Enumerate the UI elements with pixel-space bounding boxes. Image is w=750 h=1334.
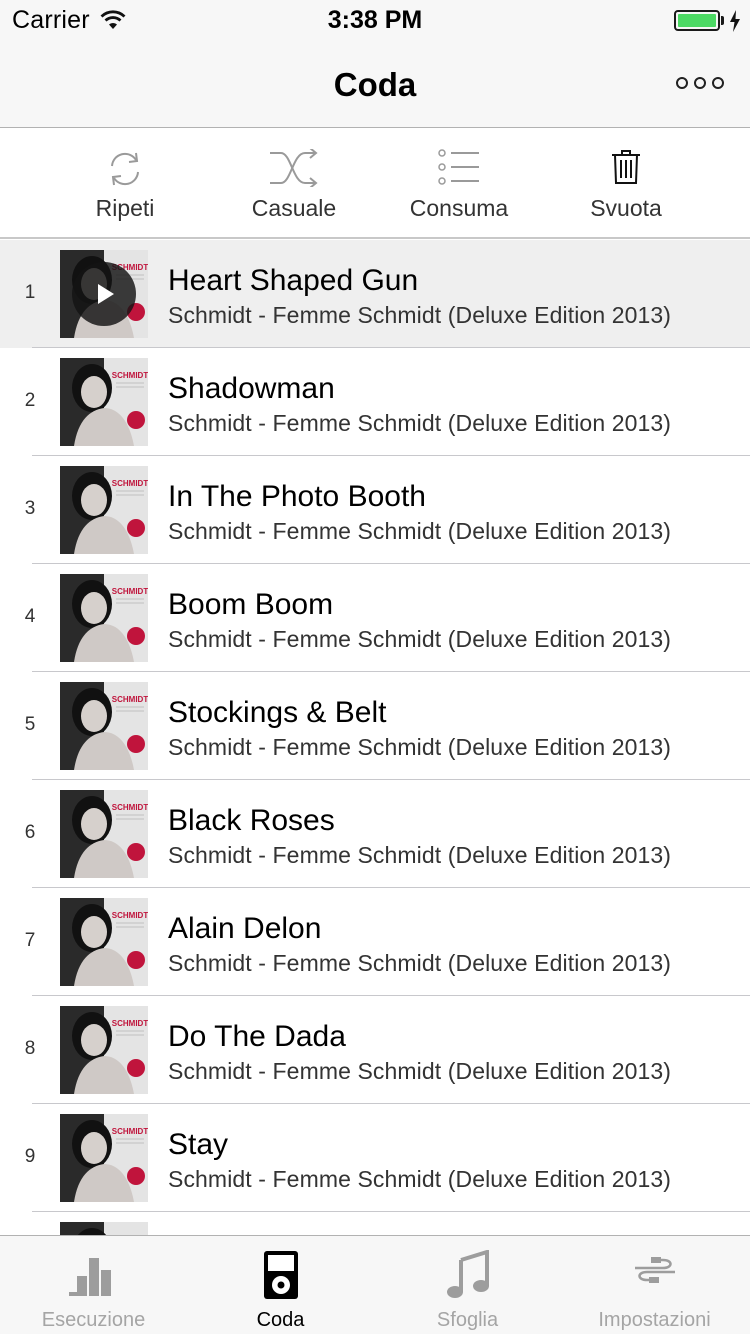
- queue-toolbar: Ripeti Casuale Consuma Svuota: [0, 129, 750, 239]
- play-icon[interactable]: [72, 262, 136, 326]
- clear-label: Svuota: [590, 195, 662, 221]
- album-art: SCHMIDT: [60, 358, 148, 446]
- album-art-text: SCHMIDT: [112, 695, 148, 704]
- battery-level: [678, 14, 716, 27]
- queue-row[interactable]: 6 SCHMIDT Black Roses Schmidt - Femme Schmi…: [0, 780, 750, 888]
- cable-plug-icon: [634, 1257, 675, 1283]
- queue-list[interactable]: 1 SCHMIDT Heart Shaped Gun Schmidt - Femme …: [0, 240, 750, 1235]
- album-art-text: SCHMIDT: [112, 1019, 148, 1028]
- album-art: SCHMIDT: [60, 898, 148, 986]
- track-title: Stay: [168, 1128, 229, 1161]
- tab-esecuzione[interactable]: Esecuzione: [0, 1236, 187, 1334]
- trash-icon: [612, 150, 640, 184]
- status-bar: Carrier 3:38 PM: [0, 0, 750, 40]
- track-title: Black Roses: [168, 804, 335, 837]
- album-art: SCHMIDT: [60, 790, 148, 878]
- tab-label: Esecuzione: [41, 1309, 146, 1331]
- repeat-label: Ripeti: [95, 195, 155, 221]
- album-art-text: SCHMIDT: [112, 587, 148, 596]
- ellipsis-circles-icon: [694, 77, 706, 89]
- tab-impostazioni[interactable]: Impostazioni: [561, 1236, 748, 1334]
- shuffle-button[interactable]: Casuale: [209, 129, 379, 239]
- queue-row[interactable]: 7 SCHMIDT Alain Delon Schmidt - Femme Schmi…: [0, 888, 750, 996]
- ellipsis-circles-icon: [676, 77, 688, 89]
- tab-label: Impostazioni: [598, 1309, 711, 1331]
- album-art: SCHMIDT: [60, 574, 148, 662]
- charging-bolt-icon: [730, 10, 740, 32]
- track-number: 3: [24, 498, 36, 519]
- equalizer-bars-icon: [68, 1258, 111, 1296]
- track-artist-album: Schmidt - Femme Schmidt (Deluxe Edition …: [168, 1166, 672, 1192]
- tab-label: Coda: [256, 1309, 305, 1331]
- album-art: SCHMIDT: [60, 250, 148, 338]
- album-art-text: SCHMIDT: [112, 911, 148, 920]
- queue-row[interactable]: 8 SCHMIDT Do The Dada Schmidt - Femme Schmi…: [0, 996, 750, 1104]
- navigation-bar: Coda: [0, 40, 750, 128]
- consume-label: Consuma: [409, 195, 509, 221]
- track-title: Boom Boom: [168, 588, 334, 621]
- track-number: 2: [24, 390, 36, 411]
- album-art-text: SCHMIDT: [112, 371, 148, 380]
- track-artist-album: Schmidt - Femme Schmidt (Deluxe Edition …: [168, 518, 672, 544]
- track-title: In The Photo Booth: [168, 480, 426, 513]
- tab-label: Sfoglia: [436, 1309, 499, 1331]
- track-number: 4: [24, 606, 36, 627]
- clear-button[interactable]: Svuota: [541, 129, 711, 239]
- track-artist-album: Schmidt - Femme Schmidt (Deluxe Edition …: [168, 950, 672, 976]
- list-icon: [438, 149, 479, 185]
- track-title: Alain Delon: [168, 912, 322, 945]
- consume-button[interactable]: Consuma: [374, 129, 544, 239]
- shuffle-label: Casuale: [251, 195, 337, 221]
- album-art: SCHMIDT: [60, 682, 148, 770]
- queue-row[interactable]: 5 SCHMIDT Stockings & Belt Schmidt - Femme …: [0, 672, 750, 780]
- track-number: 1: [24, 282, 36, 303]
- queue-row[interactable]: 4 SCHMIDT Boom Boom Schmidt - Femme Schmidt…: [0, 564, 750, 672]
- tab-bar: Esecuzione Coda Sfoglia Impostazioni: [0, 1235, 750, 1334]
- queue-row[interactable]: SCHMIDT: [0, 1212, 750, 1235]
- queue-row[interactable]: 9 SCHMIDT Stay Schmidt - Femme Schmidt (Del…: [0, 1104, 750, 1212]
- queue-row[interactable]: 1 SCHMIDT Heart Shaped Gun Schmidt - Femme …: [0, 240, 750, 348]
- album-art-text: SCHMIDT: [112, 803, 148, 812]
- queue-row[interactable]: 3 SCHMIDT In The Photo Booth Schmidt - Femm…: [0, 456, 750, 564]
- battery-icon: [674, 10, 720, 31]
- repeat-icon: [111, 152, 139, 186]
- track-title: Do The Dada: [168, 1020, 346, 1053]
- ellipsis-circles-icon: [712, 77, 724, 89]
- more-options-button[interactable]: [676, 70, 724, 96]
- track-title: Shadowman: [168, 372, 335, 405]
- track-number: 6: [24, 822, 36, 843]
- page-title: Coda: [333, 66, 417, 103]
- tab-coda[interactable]: Coda: [187, 1236, 374, 1334]
- clock: 3:38 PM: [327, 6, 423, 34]
- track-number: 7: [24, 930, 36, 951]
- track-artist-album: Schmidt - Femme Schmidt (Deluxe Edition …: [168, 734, 672, 760]
- album-art: SCHMIDT: [60, 466, 148, 554]
- track-artist-album: Schmidt - Femme Schmidt (Deluxe Edition …: [168, 302, 672, 328]
- queue-row[interactable]: 2 SCHMIDT Shadowman Schmidt - Femme Schmidt…: [0, 348, 750, 456]
- tab-sfoglia[interactable]: Sfoglia: [374, 1236, 561, 1334]
- track-artist-album: Schmidt - Femme Schmidt (Deluxe Edition …: [168, 626, 672, 652]
- track-title: Heart Shaped Gun: [168, 264, 419, 297]
- track-number: 9: [24, 1146, 36, 1167]
- album-art: SCHMIDT: [60, 1222, 148, 1235]
- album-art: SCHMIDT: [60, 1006, 148, 1094]
- track-artist-album: Schmidt - Femme Schmidt (Deluxe Edition …: [168, 1058, 672, 1084]
- battery-tip: [721, 16, 724, 25]
- ipod-icon: [263, 1251, 298, 1299]
- shuffle-icon: [270, 149, 318, 187]
- track-number: 8: [24, 1038, 36, 1059]
- album-art: SCHMIDT: [60, 1114, 148, 1202]
- track-number: 5: [24, 714, 36, 735]
- track-title: Stockings & Belt: [168, 696, 387, 729]
- track-artist-album: Schmidt - Femme Schmidt (Deluxe Edition …: [168, 410, 672, 436]
- track-artist-album: Schmidt - Femme Schmidt (Deluxe Edition …: [168, 842, 672, 868]
- album-art-text: SCHMIDT: [112, 479, 148, 488]
- music-note-icon: [446, 1250, 489, 1298]
- album-art-text: SCHMIDT: [112, 1127, 148, 1136]
- repeat-button[interactable]: Ripeti: [40, 129, 210, 239]
